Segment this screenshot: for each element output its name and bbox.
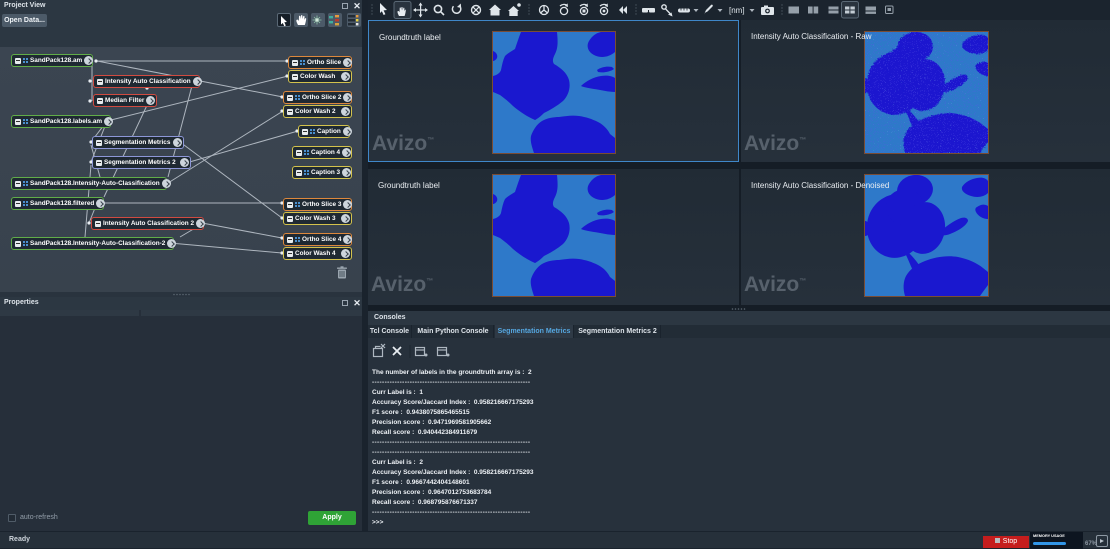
svg-text:[nm]: [nm] (729, 6, 745, 15)
